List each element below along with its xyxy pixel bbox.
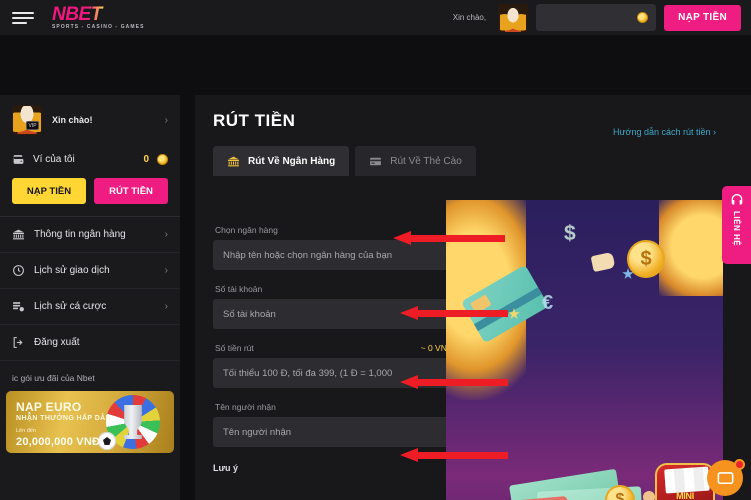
header-greeting: Xin chào, <box>452 13 487 22</box>
balance-display[interactable] <box>536 4 657 31</box>
chevron-right-icon: › <box>164 229 168 240</box>
withdraw-button[interactable]: RÚT TIỀN <box>94 178 168 204</box>
wallet-value: 0 <box>143 154 149 165</box>
sidebar-item-label: Đăng xuất <box>34 337 80 348</box>
person-head <box>643 491 655 500</box>
sidebar-item-bet-history[interactable]: Lịch sử cá cược › <box>0 289 180 325</box>
sidebar-item-label: Thông tin ngân hàng <box>34 229 126 240</box>
site-logo[interactable]: NBET SPORTS - CASINO - GAMES <box>52 5 145 30</box>
logo-subtitle: SPORTS - CASINO - GAMES <box>52 24 145 30</box>
top-header: NBET SPORTS - CASINO - GAMES Xin chào, N… <box>0 0 751 35</box>
minigame-label-line1: MINI <box>676 491 694 500</box>
note-label: Lưu ý <box>213 463 239 473</box>
bank-icon <box>13 229 24 240</box>
field-label-bank: Chọn ngân hàng <box>215 225 278 235</box>
minigame-badge: MINI GAME <box>655 463 715 500</box>
coin-icon <box>637 12 649 23</box>
hamburger-icon[interactable] <box>12 9 34 27</box>
glow-right <box>659 200 723 296</box>
coin-icon: $ <box>627 240 665 278</box>
football-icon <box>98 432 116 450</box>
chevron-right-icon: › <box>164 114 168 126</box>
account-number-input[interactable] <box>213 299 453 329</box>
promo-amount: 20,000,000 VNĐ <box>16 436 101 448</box>
chevron-right-icon: › <box>164 301 168 312</box>
withdraw-guide-link[interactable]: Hướng dẫn cách rút tiền › <box>613 127 716 137</box>
recipient-name-input[interactable] <box>213 417 453 447</box>
sidebar: VIP Xin chào! › Ví của tôi 0 NẠP TIỀN RÚ… <box>0 95 180 500</box>
page-root: NBET SPORTS - CASINO - GAMES Xin chào, N… <box>0 0 751 500</box>
deposit-button[interactable]: NẠP TIỀN <box>12 178 86 204</box>
main-content: RÚT TIỀN Hướng dẫn cách rút tiền › Rút V… <box>195 95 751 500</box>
field-label-amount: Số tiền rút <box>215 343 254 353</box>
field-label-recipient: Tên người nhận <box>215 402 276 412</box>
withdraw-method-tabs: Rút Về Ngân Hàng Rút Về Thẻ Cào <box>213 146 751 176</box>
sidebar-action-buttons: NẠP TIỀN RÚT TIỀN <box>0 176 180 216</box>
sidebar-wallet-row[interactable]: Ví của tôi 0 <box>0 147 180 176</box>
promo-subtitle: NHẬN THƯỞNG HẤP DẪN <box>16 415 112 422</box>
bank-select-input[interactable] <box>213 240 453 270</box>
sidebar-promo-text: ic gói ưu đãi của Nbet <box>12 373 95 383</box>
card-icon <box>370 157 382 165</box>
euro-symbol-icon: € <box>542 292 554 314</box>
promo-title: NẠP EURO <box>16 400 82 414</box>
thumbs-up-icon <box>590 251 616 273</box>
sidebar-user-row[interactable]: VIP Xin chào! › <box>0 95 180 147</box>
field-label-account: Số tài khoản <box>215 284 263 294</box>
header-right-cluster: Xin chào, NẠP TIỀN <box>452 3 751 32</box>
tab-card-withdraw[interactable]: Rút Về Thẻ Cào <box>355 146 476 176</box>
deposit-button[interactable]: NẠP TIỀN <box>664 4 741 31</box>
logout-icon <box>13 337 23 348</box>
bank-building-icon <box>228 156 239 166</box>
hamburger-bar <box>12 16 34 19</box>
playing-cards-icon <box>664 466 710 494</box>
sidebar-item-transaction-history[interactable]: Lịch sử giao dịch › <box>0 253 180 289</box>
promo-side-banner[interactable]: $ € $ $ $ $ MINI GAME <box>446 200 723 500</box>
contact-label: LIÊN HỆ <box>732 211 741 247</box>
sidebar-item-bank-info[interactable]: Thông tin ngân hàng › <box>0 217 180 253</box>
wallet-icon <box>13 155 24 164</box>
sidebar-greeting: Xin chào! <box>52 115 93 125</box>
chat-notification-badge <box>734 459 745 470</box>
field-label-amount-row: Số tiền rút ~ 0 VNĐ <box>215 343 453 353</box>
hamburger-bar <box>12 21 27 24</box>
sidebar-item-logout[interactable]: Đăng xuất <box>0 325 180 361</box>
dollar-symbol-icon: $ <box>564 222 576 245</box>
tab-bank-withdraw[interactable]: Rút Về Ngân Hàng <box>213 146 350 176</box>
vip-badge: VIP <box>26 121 39 130</box>
avatar <box>12 105 42 135</box>
sidebar-promo-banner[interactable]: NẠP EURO NHẬN THƯỞNG HẤP DẪN Lên đến 20,… <box>6 391 174 453</box>
promo-upto-label: Lên đến <box>16 428 36 434</box>
tab-label: Rút Về Thẻ Cào <box>390 155 462 167</box>
history-icon <box>13 265 24 276</box>
avatar[interactable] <box>498 3 529 32</box>
bet-history-icon <box>13 302 24 312</box>
wallet-label: Ví của tôi <box>33 154 75 165</box>
chat-icon <box>717 471 733 484</box>
logo-text: NBET <box>52 5 145 24</box>
withdraw-amount-input[interactable] <box>213 358 453 388</box>
withdraw-form: Chọn ngân hàng Số tài khoản Số tiền rút … <box>213 225 453 473</box>
sidebar-item-label: Lịch sử giao dịch <box>34 265 110 276</box>
tab-label: Rút Về Ngân Hàng <box>248 155 336 167</box>
coin-icon <box>157 154 168 165</box>
sidebar-item-label: Lịch sử cá cược <box>34 301 107 312</box>
headset-icon <box>731 194 742 205</box>
contact-support-tab[interactable]: LIÊN HỆ <box>722 186 751 264</box>
chevron-right-icon: › <box>164 265 168 276</box>
hamburger-bar <box>12 11 34 14</box>
